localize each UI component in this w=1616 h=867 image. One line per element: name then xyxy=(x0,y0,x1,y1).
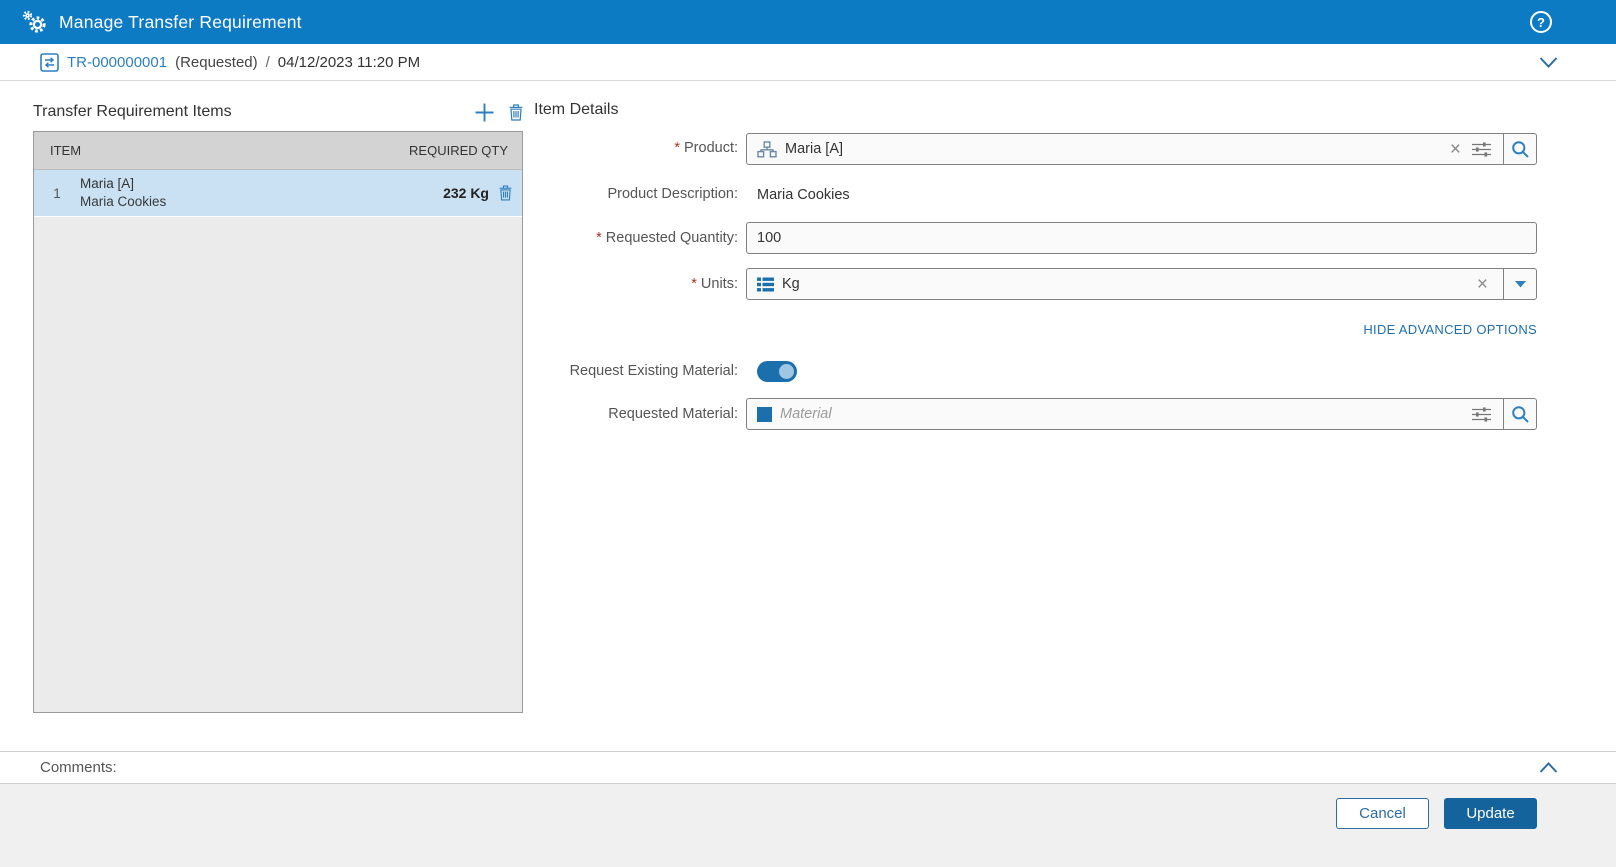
requested-material-placeholder: Material xyxy=(780,406,832,423)
units-value: Kg xyxy=(782,276,800,293)
toggle-knob xyxy=(779,364,794,380)
add-item-icon[interactable] xyxy=(475,103,494,122)
help-icon[interactable]: ? xyxy=(1530,11,1552,33)
chevron-up-icon[interactable] xyxy=(1539,761,1558,774)
product-description-value: Maria Cookies xyxy=(757,186,850,203)
items-table-header: ITEM REQUIRED QTY xyxy=(34,132,522,170)
units-clear-icon[interactable]: × xyxy=(1470,275,1495,294)
comments-bar: Comments: xyxy=(0,751,1616,784)
column-item: ITEM xyxy=(50,143,82,158)
cancel-button[interactable]: Cancel xyxy=(1336,798,1429,829)
column-required-qty: REQUIRED QTY xyxy=(409,143,508,158)
breadcrumb: TR-000000001 (Requested) / 04/12/2023 11… xyxy=(0,44,1616,81)
required-star: * xyxy=(596,229,602,246)
product-icon xyxy=(757,140,777,158)
requested-material-filter-icon[interactable] xyxy=(1468,407,1495,422)
requested-quantity-input[interactable] xyxy=(746,222,1537,255)
row-item-name: Maria [A] Maria Cookies xyxy=(80,175,166,211)
manage-gears-icon xyxy=(22,10,48,35)
title-bar: Manage Transfer Requirement ? xyxy=(0,0,1616,44)
comments-label: Comments: xyxy=(40,759,117,776)
request-existing-material-toggle[interactable] xyxy=(757,361,797,383)
row-quantity: 232 Kg xyxy=(443,185,489,201)
table-row[interactable]: 1 Maria [A] Maria Cookies 232 Kg xyxy=(34,170,522,217)
hide-advanced-options-link[interactable]: HIDE ADVANCED OPTIONS xyxy=(1363,322,1537,337)
required-star: * xyxy=(691,275,697,292)
product-search-button[interactable] xyxy=(1504,133,1537,165)
row-delete-icon[interactable] xyxy=(499,185,512,201)
chevron-down-icon[interactable] xyxy=(1539,56,1558,69)
action-footer: Cancel Update xyxy=(0,784,1616,867)
page-title: Manage Transfer Requirement xyxy=(59,11,302,32)
transfer-items-header: Transfer Requirement Items xyxy=(33,97,523,127)
transfer-icon xyxy=(40,52,59,72)
requested-material-label: Requested Material: xyxy=(608,405,738,422)
requested-material-search-button[interactable] xyxy=(1504,398,1537,431)
product-filter-icon[interactable] xyxy=(1468,141,1495,157)
breadcrumb-record-link[interactable]: TR-000000001 xyxy=(67,54,167,71)
items-section-title: Transfer Requirement Items xyxy=(33,103,232,120)
material-icon xyxy=(757,406,772,422)
product-label: * Product: xyxy=(674,140,738,157)
breadcrumb-separator: / xyxy=(265,53,270,71)
row-product-description: Maria Cookies xyxy=(80,194,167,209)
delete-items-icon[interactable] xyxy=(509,103,523,121)
item-details-title: Item Details xyxy=(534,101,619,118)
update-button[interactable]: Update xyxy=(1444,798,1537,829)
item-details-section: Item Details * Product: Maria [A] × Prod… xyxy=(534,101,1537,444)
required-star: * xyxy=(674,140,680,157)
transfer-items-section: Transfer Requirement Items ITEM REQUIRED… xyxy=(33,97,523,713)
product-description-label: Product Description: xyxy=(607,186,738,202)
record-status: (Requested) xyxy=(175,53,258,71)
units-dropdown-button[interactable] xyxy=(1504,268,1537,301)
request-existing-material-label: Request Existing Material: xyxy=(569,363,738,380)
items-list-panel: ITEM REQUIRED QTY 1 Maria [A] Maria Cook… xyxy=(33,131,523,713)
units-list-icon xyxy=(757,277,774,292)
units-field[interactable]: Kg × xyxy=(746,268,1504,301)
product-field[interactable]: Maria [A] × xyxy=(746,133,1504,165)
row-number: 1 xyxy=(53,185,61,201)
row-product-name: Maria [A] xyxy=(80,175,135,191)
product-value: Maria [A] xyxy=(785,141,844,157)
requested-quantity-label: * Requested Quantity: xyxy=(596,229,738,246)
product-clear-icon[interactable]: × xyxy=(1443,140,1468,159)
units-label: * Units: xyxy=(691,275,738,292)
requested-material-field[interactable]: Material xyxy=(746,398,1504,431)
record-timestamp: 04/12/2023 11:20 PM xyxy=(277,53,421,71)
